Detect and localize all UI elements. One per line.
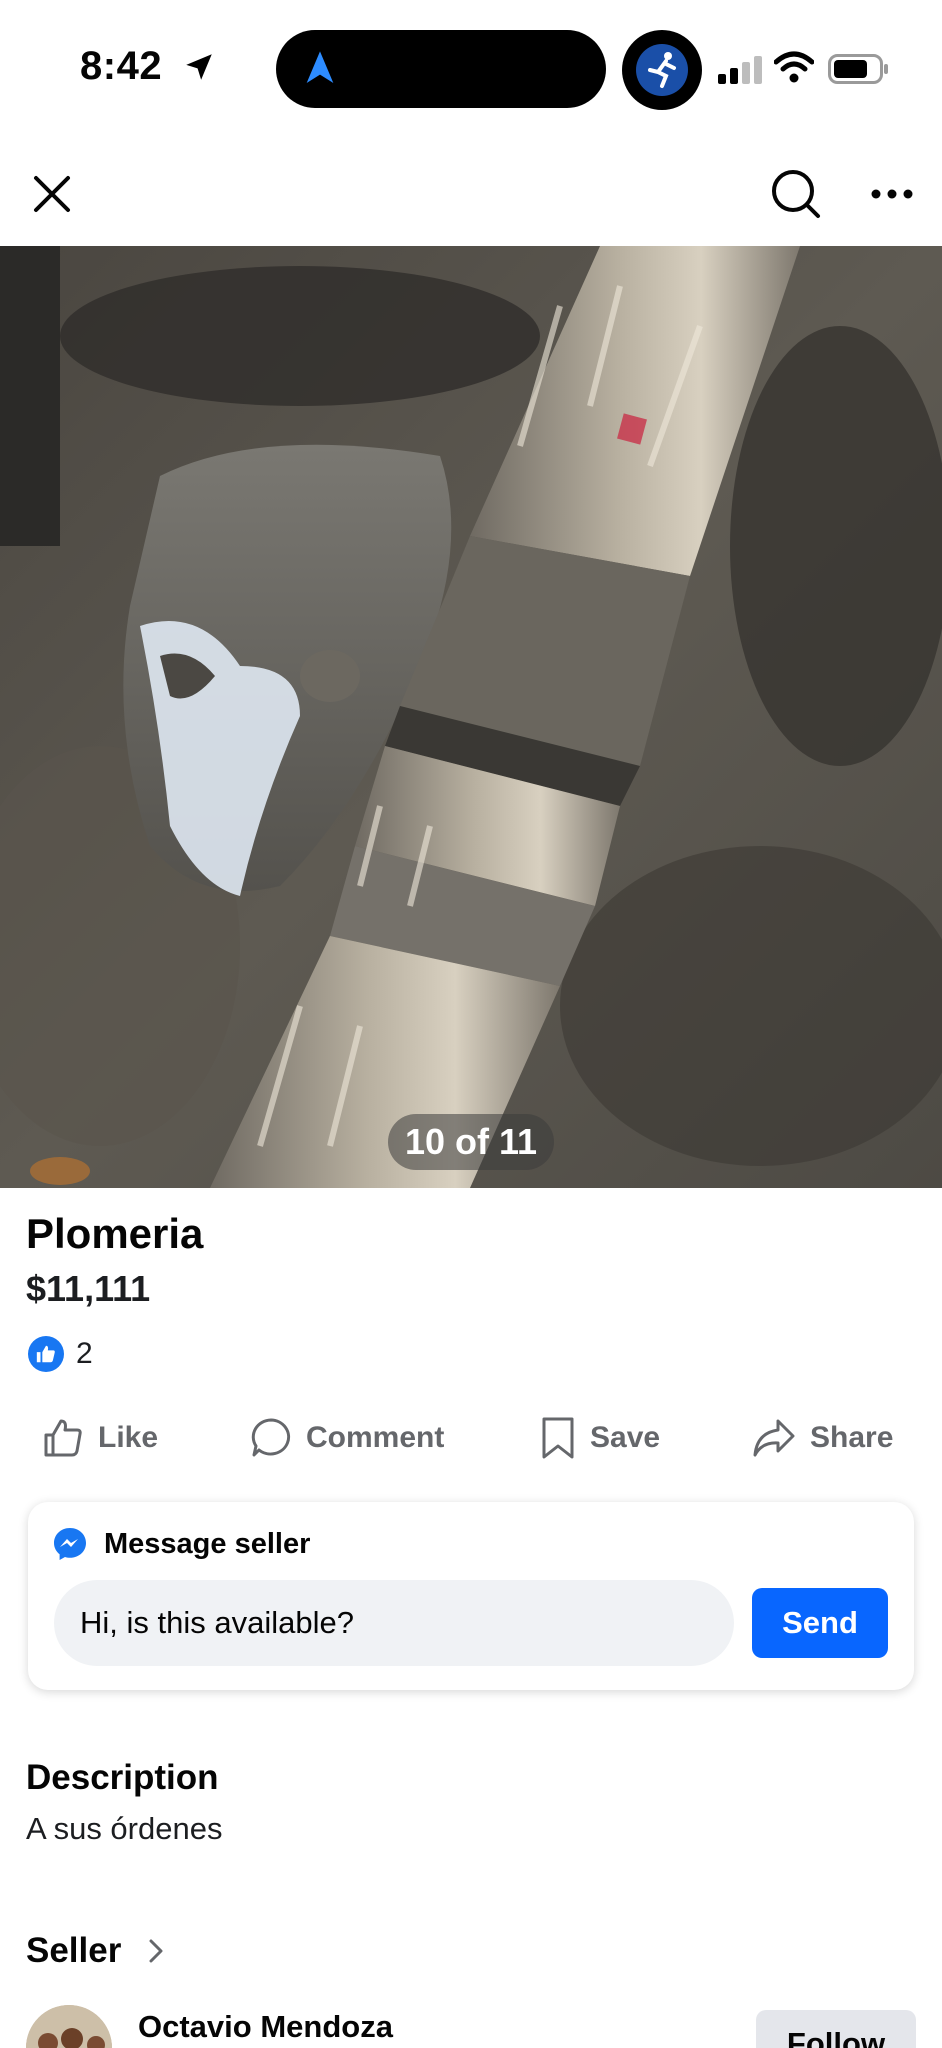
fitness-activity-icon <box>622 30 702 110</box>
cellular-signal-icon <box>718 56 762 84</box>
reaction-count: 2 <box>76 1337 93 1370</box>
close-icon <box>34 176 70 212</box>
more-options-button[interactable] <box>862 162 922 226</box>
action-bar: Like Comment Save Share <box>0 1408 942 1468</box>
listing-photo[interactable] <box>0 246 942 1188</box>
thumbs-up-icon <box>44 1419 82 1457</box>
top-toolbar <box>0 150 942 246</box>
navigation-arrow-icon <box>306 51 334 83</box>
save-label: Save <box>590 1421 661 1454</box>
wifi-icon <box>774 51 814 83</box>
listing-photo-image <box>0 246 942 1188</box>
bookmark-icon <box>542 1417 574 1459</box>
photo-counter: 10 of 11 <box>388 1114 554 1170</box>
status-bar: 8:42 <box>0 0 942 140</box>
battery-icon <box>828 54 888 84</box>
reaction-summary[interactable]: 2 <box>28 1334 93 1374</box>
message-seller-heading: Message seller <box>104 1527 311 1560</box>
save-button[interactable]: Save <box>540 1408 660 1468</box>
like-button[interactable]: Like <box>42 1408 158 1468</box>
search-icon <box>772 170 820 218</box>
seller-section-link[interactable]: Seller <box>26 1926 163 1976</box>
chevron-right-icon <box>149 1939 163 1963</box>
message-seller-header: Message seller <box>52 1524 310 1564</box>
comment-button[interactable]: Comment <box>250 1408 444 1468</box>
message-seller-card: Message seller Send <box>28 1502 914 1690</box>
share-label: Share <box>810 1421 894 1454</box>
like-label: Like <box>98 1421 159 1454</box>
comment-bubble-icon <box>251 1418 291 1457</box>
listing-title: Plomeria <box>26 1210 204 1257</box>
message-input[interactable] <box>54 1580 734 1666</box>
share-button[interactable]: Share <box>752 1408 893 1468</box>
status-time: 8:42 <box>80 44 163 88</box>
close-button[interactable] <box>22 164 82 224</box>
location-arrow-icon <box>186 54 212 80</box>
search-button[interactable] <box>764 162 828 226</box>
share-arrow-icon <box>753 1419 795 1457</box>
send-button[interactable]: Send <box>752 1588 888 1658</box>
like-reaction-icon <box>28 1336 64 1372</box>
dynamic-island <box>276 30 606 108</box>
listing-price: $11,111 <box>26 1268 151 1309</box>
seller-avatar[interactable] <box>26 2005 112 2048</box>
seller-heading: Seller <box>26 1931 122 1970</box>
description-text: A sus órdenes <box>26 1811 223 1846</box>
messenger-icon <box>54 1528 86 1560</box>
description-heading: Description <box>26 1758 219 1797</box>
more-options-icon <box>871 189 913 199</box>
follow-button[interactable]: Follow <box>756 2010 916 2048</box>
comment-label: Comment <box>306 1421 445 1454</box>
seller-name[interactable]: Octavio Mendoza <box>138 2009 393 2045</box>
